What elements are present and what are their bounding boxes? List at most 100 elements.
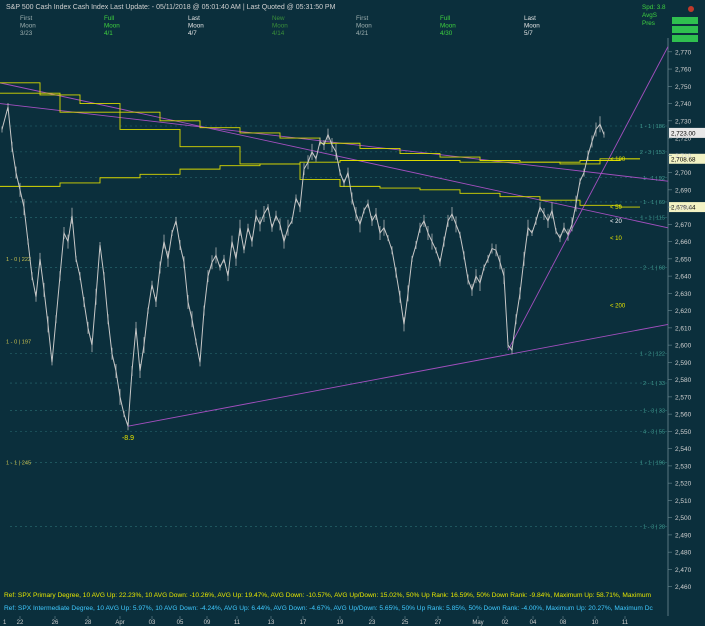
moving-average-label: < 10 [610,236,623,242]
fib-level-label: 1 - 1 | 69 [643,200,665,206]
moon-phase-l1: Last [188,15,200,22]
fib-level-label: 1 - 1 | 245 [6,460,31,466]
fib-level-label: 1 - 1 | 196 [640,460,665,466]
moon-phase-l3: 5/7 [524,30,533,37]
moon-phase-l3: 4/7 [188,30,197,37]
x-tick-label: 28 [85,620,92,626]
y-tick-label: 2,660 [675,239,692,246]
fib-level-label: 1 - 1 | 115 [640,215,665,221]
y-tick-label: 2,520 [675,481,692,488]
stock-chart: 1 - 1 | 1862 - 3 | 1531 - 1 | 921 - 1 | … [0,0,705,626]
y-tick-label: 2,700 [675,170,692,177]
moon-phase-l2: Moon [188,23,204,30]
y-tick-label: 2,610 [675,325,692,332]
y-tick-label: 2,580 [675,377,692,384]
footer-primary-degree: Ref: SPX Primary Degree, 10 AVG Up: 22.2… [4,592,651,599]
y-tick-label: 2,760 [675,67,692,74]
moon-phase-l2: Moon [20,23,36,30]
moving-average-label: < 100 [610,157,626,163]
fib-level-label: 1 - 0 | 222 [6,257,31,263]
fib-level-label: 2 - 1 | 68 [643,265,665,271]
y-tick-label: 2,460 [675,584,692,591]
moon-phase-l2: Moon [104,23,120,30]
chart-background [0,0,705,626]
y-tick-label: 2,750 [675,84,692,91]
moon-phase-l2: Moon [440,23,456,30]
x-tick-label: 04 [530,620,537,626]
y-tick-label: 2,540 [675,446,692,453]
header-right-label: AvgS [642,12,657,19]
y-tick-label: 2,620 [675,308,692,315]
x-tick-label: 09 [204,620,211,626]
moon-phase-l2: Moon [272,23,288,30]
y-tick-label: 2,640 [675,274,692,281]
header-indicator-bar [672,26,698,33]
moon-phase-l3: 3/23 [20,30,33,37]
header-indicator-bar [672,35,698,42]
y-tick-label: 2,500 [675,515,692,522]
y-tick-label: 2,680 [675,205,692,212]
header-indicator-bar [672,17,698,24]
x-tick-label: Apr [115,620,124,626]
x-tick-label: 13 [268,620,275,626]
x-tick-label: 03 [149,620,156,626]
x-tick-label: 08 [560,620,567,626]
y-tick-label: 2,480 [675,550,692,557]
y-tick-label: 2,600 [675,343,692,350]
moon-phase-l2: Moon [356,23,372,30]
y-tick-label: 2,470 [675,567,692,574]
x-tick-label: 11 [234,620,241,626]
moon-phase-l1: Full [440,15,450,22]
y-tick-label: 2,730 [675,118,692,125]
x-tick-label: 27 [435,620,442,626]
fib-level-label: 1 - 3 | 28 [643,524,665,530]
header-right-label: Pres [642,20,655,27]
x-tick-label: 25 [402,620,409,626]
fib-level-label: 1 - 2 | 122 [640,352,665,358]
moon-phase-l3: 4/21 [356,30,369,37]
x-tick-label: 19 [337,620,344,626]
moon-phase-l3: 4/1 [104,30,113,37]
status-dot-icon [688,6,694,12]
footer-intermediate-degree: Ref: SPX Intermediate Degree, 10 AVG Up:… [4,605,654,612]
fib-level-label: 1 - 0 | 197 [6,340,31,346]
x-tick-label: 11 [622,620,629,626]
y-tick-label: 2,710 [675,153,692,160]
y-tick-label: 2,690 [675,187,692,194]
moon-phase-l2: Moon [524,23,540,30]
fib-level-label: 1 - 3 | 33 [643,409,665,415]
fib-level-label: 2 - 3 | 153 [640,150,665,156]
y-tick-label: 2,560 [675,412,692,419]
header-right-label: Spd: 3.8 [642,4,666,11]
y-tick-label: 2,510 [675,498,692,505]
x-tick-label: 26 [52,620,59,626]
y-tick-label: 2,530 [675,463,692,470]
chart-title: S&P 500 Cash Index Cash Index Last Updat… [6,4,336,11]
moon-phase-l3: 4/30 [440,30,453,37]
moon-phase-l1: Last [524,15,536,22]
moon-phase-l1: Full [104,15,114,22]
x-tick-label: May [472,620,483,626]
moon-phase-l1: First [356,15,368,22]
moving-average-label: < 200 [610,303,626,309]
x-tick-label: 23 [369,620,376,626]
moon-phase-l3: 4/14 [272,30,285,37]
x-tick-label: 10 [592,620,599,626]
x-tick-label: 17 [300,620,307,626]
y-tick-label: 2,590 [675,360,692,367]
moon-phase-l1: First [20,15,32,22]
x-tick-label: 02 [502,620,509,626]
y-tick-label: 2,650 [675,256,692,263]
fib-level-label: 2 - 1 | 33 [643,381,665,387]
wave-label: -8.9 [122,435,134,442]
y-tick-label: 2,720 [675,136,692,143]
fib-level-label: 4 - 3 | 55 [643,429,665,435]
x-tick-label: 05 [177,620,184,626]
y-tick-label: 2,670 [675,222,692,229]
moving-average-label: < 50 [610,205,623,211]
y-tick-label: 2,770 [675,49,692,56]
moon-phase-l1: New [272,15,285,22]
y-tick-label: 2,630 [675,291,692,298]
y-tick-label: 2,490 [675,532,692,539]
x-tick-label: 22 [17,620,24,626]
